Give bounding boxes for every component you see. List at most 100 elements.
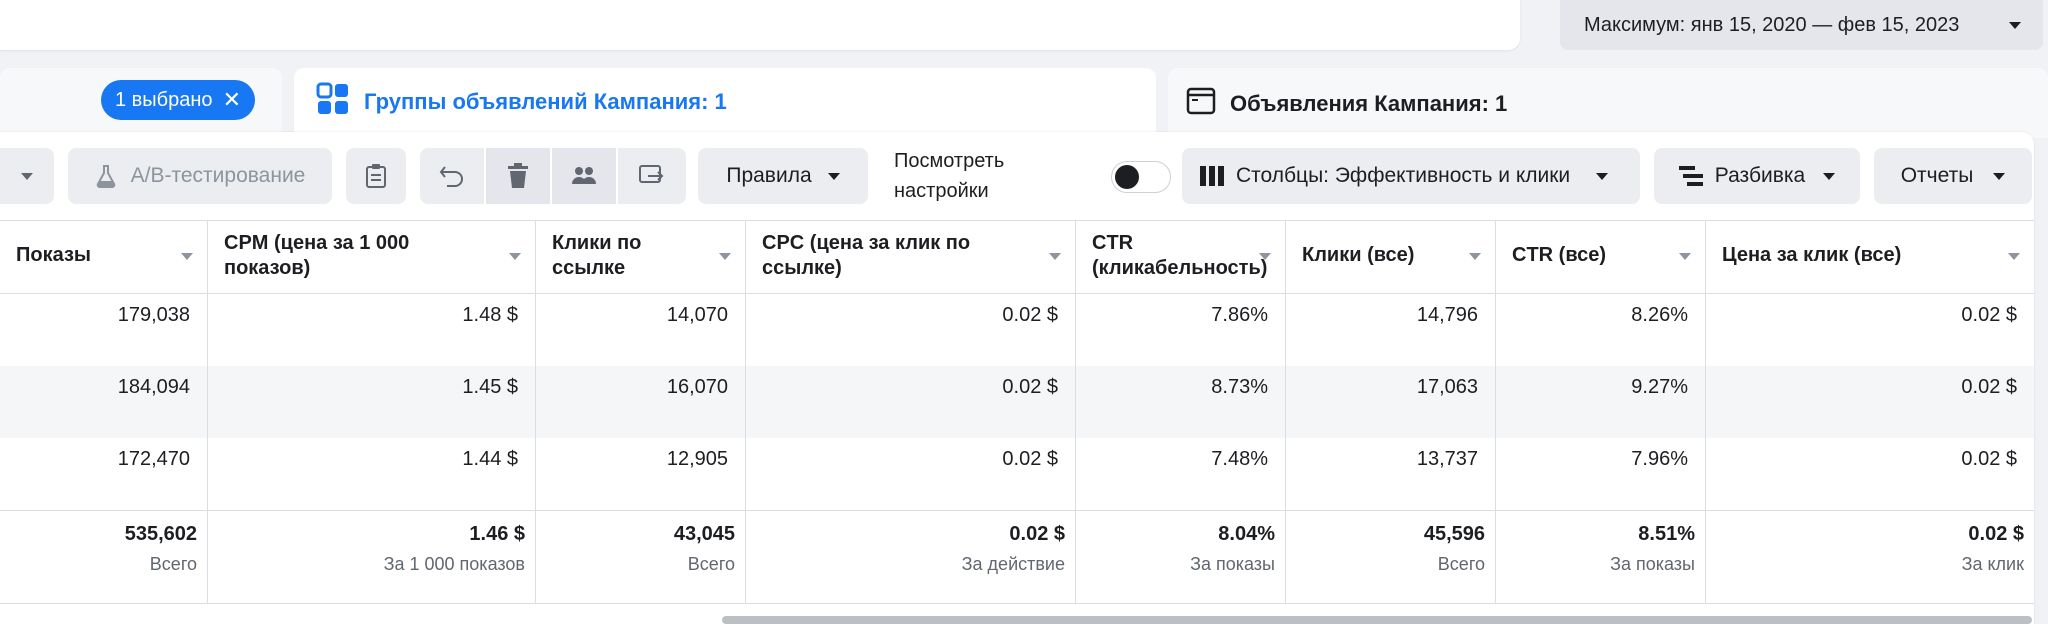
chevron-down-icon [827, 172, 840, 180]
table-row[interactable]: 172,470 1.44 $12,905 0.02 $7.48% 13,737 7.96… [0, 438, 2034, 510]
reports-button[interactable]: Отчеты [1874, 148, 2032, 204]
table-cell: 8.26% [1496, 294, 1706, 366]
total-cell: 45,596 Всего [1286, 511, 1496, 603]
breakdown-button[interactable]: Разбивка [1654, 148, 1860, 204]
tab-campaigns[interactable]: 1 выбрано ✕ [0, 68, 282, 138]
window-icon [1186, 86, 1216, 122]
table-cell: 7.86% [1076, 294, 1286, 366]
export-icon [638, 164, 666, 188]
table-row[interactable]: 184,094 1.45 $16,070 0.02 $8.73% 17,063 9.27… [0, 366, 2034, 438]
chevron-down-icon [21, 172, 33, 180]
table-cell: 8.73% [1076, 366, 1286, 438]
sort-icon [719, 253, 731, 260]
table-cell: 0.02 $ [746, 438, 1076, 510]
chevron-down-icon [1993, 172, 2006, 180]
selected-chip[interactable]: 1 выбрано ✕ [101, 80, 255, 120]
column-header-cpm[interactable]: CPM (цена за 1 000 показов) [208, 221, 536, 295]
table-cell: 1.44 $ [208, 438, 536, 510]
columns-label: Столбцы: Эффективность и клики [1236, 164, 1571, 187]
column-header-cpc[interactable]: CPC (цена за клик по ссылке) [746, 221, 1076, 295]
column-header-impressions[interactable]: Показы [0, 221, 208, 295]
total-cell: 1.46 $ За 1 000 показов [208, 511, 536, 603]
totals-row: 535,602 Всего 1.46 $ За 1 000 показов 43,045… [0, 510, 2034, 604]
table-cell: 0.02 $ [1961, 304, 2017, 326]
total-value: 0.02 $ [1009, 523, 1065, 545]
total-value: 1.46 $ [469, 523, 525, 545]
total-value: 8.51% [1638, 523, 1695, 545]
clipboard-button[interactable] [346, 148, 406, 204]
sort-icon [1469, 253, 1481, 260]
total-value: 45,596 [1423, 523, 1485, 545]
total-subtitle: За показы [1610, 554, 1695, 574]
sort-icon [181, 253, 193, 260]
total-cell: 535,602 Всего [0, 511, 208, 603]
breakdown-label: Разбивка [1714, 164, 1806, 187]
total-cell: 0.02 $ За действие [746, 511, 1076, 603]
sort-icon [1679, 253, 1691, 260]
breakdown-icon [1678, 165, 1703, 187]
total-subtitle: Всего [1437, 554, 1485, 574]
table-cell: 0.02 $ [1961, 376, 2017, 398]
column-header-cost-per-click-all[interactable]: Цена за клик (все) [1706, 221, 2034, 295]
column-header-clicks-all[interactable]: Клики (все) [1286, 221, 1496, 295]
total-subtitle: За 1 000 показов [383, 554, 525, 574]
main-panel: A/B-тестирование Правила Посмотреть наст… [0, 132, 2034, 624]
undo-button[interactable] [420, 148, 484, 204]
columns-icon [1200, 165, 1224, 187]
flask-icon [95, 164, 117, 188]
view-settings-label: Посмотреть настройки [894, 150, 1005, 202]
tab-ads-label: Объявления Кампания: 1 [1230, 91, 1508, 116]
sort-icon [2008, 253, 2020, 260]
dropdown-button[interactable] [0, 148, 54, 204]
total-subtitle: Всего [149, 554, 197, 574]
table-cell: 0.02 $ [1961, 448, 2017, 470]
group-button[interactable] [552, 148, 616, 204]
total-value: 0.02 $ [1968, 523, 2024, 545]
total-cell: 43,045 Всего [536, 511, 746, 603]
table-row[interactable]: 179,038 1.48 $14,070 0.02 $7.86% 14,796 8.26… [0, 294, 2034, 366]
total-cell: 0.02 $ За клик [1706, 511, 2034, 603]
horizontal-scrollbar[interactable] [722, 616, 2032, 624]
table-cell: 0.02 $ [746, 366, 1076, 438]
total-subtitle: Всего [687, 554, 735, 574]
total-value: 8.04% [1218, 523, 1275, 545]
rules-button[interactable]: Правила [698, 148, 868, 204]
table-cell: 13,737 [1286, 438, 1496, 510]
ab-test-button[interactable]: A/B-тестирование [68, 148, 332, 204]
total-subtitle: За клик [1961, 554, 2024, 574]
table-cell: 179,038 [0, 294, 208, 366]
date-range-picker[interactable]: Максимум: янв 15, 2020 — фев 15, 2023 [1560, 0, 2043, 50]
delete-button[interactable] [486, 148, 550, 204]
chevron-down-icon [1823, 172, 1836, 180]
reports-label: Отчеты [1900, 164, 1974, 187]
view-settings-toggle[interactable] [1111, 161, 1171, 193]
sort-icon [1049, 253, 1061, 260]
column-header-ctr[interactable]: CTR (кликабельность) [1076, 221, 1286, 295]
tab-ads[interactable]: Объявления Кампания: 1 [1168, 68, 2048, 138]
ab-test-label: A/B-тестирование [130, 164, 306, 187]
trash-icon [507, 163, 529, 189]
people-icon [570, 164, 598, 188]
table-cell: 16,070 [536, 366, 746, 438]
top-search-area [0, 0, 1520, 50]
sort-icon [509, 253, 521, 260]
total-cell: 8.51% За показы [1496, 511, 1706, 603]
table-cell: 17,063 [1286, 366, 1496, 438]
table-cell: 14,070 [536, 294, 746, 366]
table-cell: 12,905 [536, 438, 746, 510]
total-subtitle: За действие [961, 554, 1065, 574]
table-header: Показы CPM (цена за 1 000 показов) Клики… [0, 220, 2034, 295]
column-header-ctr-all[interactable]: CTR (все) [1496, 221, 1706, 295]
table-cell: 7.96% [1496, 438, 1706, 510]
sort-icon [1259, 253, 1271, 260]
table-cell: 1.48 $ [208, 294, 536, 366]
grid-icon [316, 82, 350, 122]
columns-button[interactable]: Столбцы: Эффективность и клики [1182, 148, 1640, 204]
chevron-down-icon [1596, 172, 1609, 180]
export-button[interactable] [618, 148, 686, 204]
close-icon[interactable]: ✕ [223, 89, 241, 111]
total-cell: 8.04% За показы [1076, 511, 1286, 603]
column-header-link-clicks[interactable]: Клики по ссылке [536, 221, 746, 295]
total-value: 43,045 [673, 523, 735, 545]
table-cell: 184,094 [0, 366, 208, 438]
